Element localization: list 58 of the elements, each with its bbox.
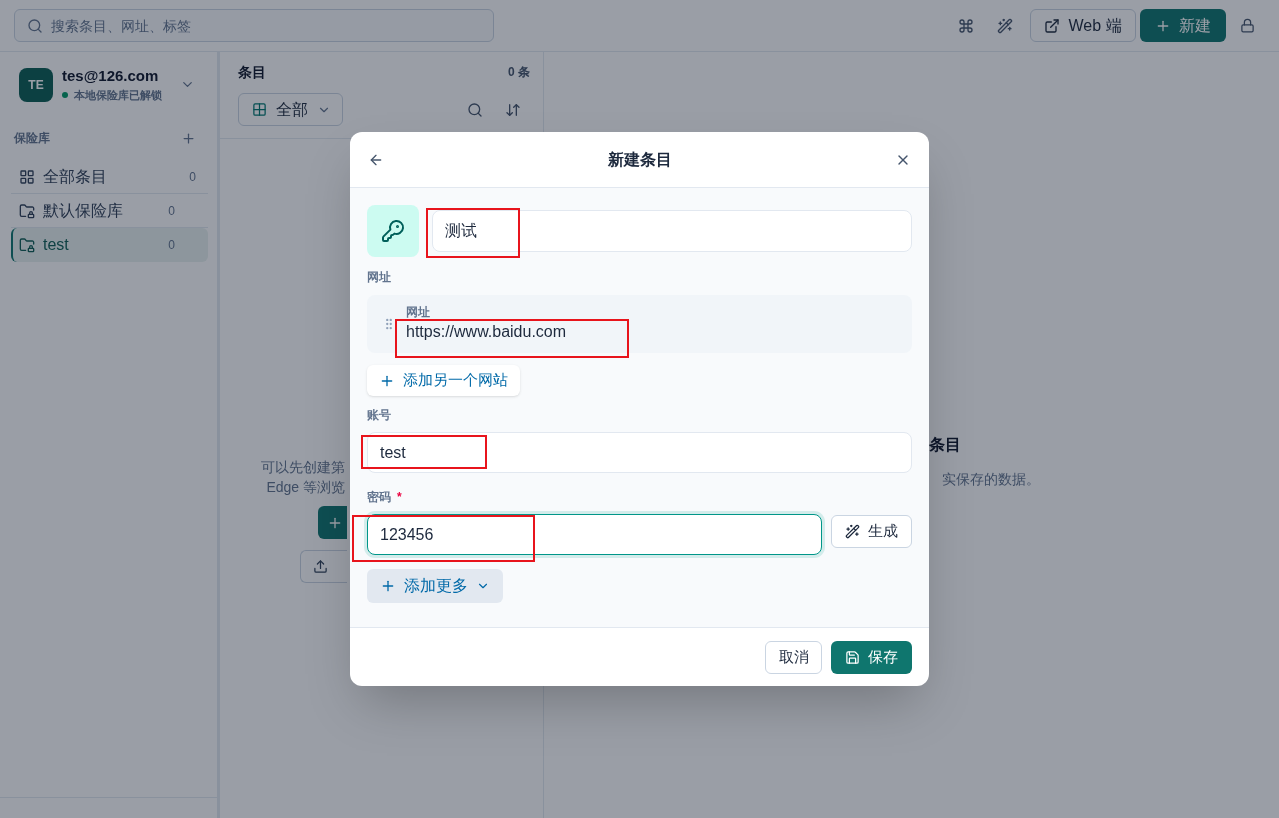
title-input[interactable]: 测试: [432, 210, 912, 252]
grid-icon: [252, 102, 267, 117]
search-icon[interactable]: [467, 101, 483, 118]
field-label: 密码: [367, 489, 391, 505]
empty-state-title: 条目: [929, 435, 961, 455]
magic-wand-icon: [845, 524, 860, 539]
account-status: 本地保险库已解锁: [74, 88, 162, 102]
create-item-button[interactable]: [318, 506, 347, 539]
cancel-button[interactable]: 取消: [765, 640, 822, 674]
field-label: 网址: [406, 304, 430, 320]
search-icon: [27, 17, 43, 34]
web-button[interactable]: Web 端: [1030, 9, 1136, 42]
item-count: 0: [189, 168, 196, 185]
grid-icon: [19, 168, 35, 185]
search-input[interactable]: 搜索条目、网址、标签: [51, 15, 481, 36]
new-button[interactable]: 新建: [1140, 9, 1226, 42]
url-input[interactable]: https://www.baidu.com: [406, 320, 912, 344]
search-field[interactable]: 搜索条目、网址、标签: [14, 9, 494, 42]
required-mark: *: [397, 489, 402, 505]
empty-state-text: Edge 等浏览: [266, 478, 346, 497]
sort-icon[interactable]: [505, 101, 521, 118]
sidebar-item[interactable]: test 0: [11, 228, 208, 262]
plus-icon: [380, 578, 396, 594]
upload-icon: [313, 559, 328, 574]
command-icon[interactable]: [958, 17, 974, 34]
add-website-button[interactable]: 添加另一个网站: [367, 365, 520, 396]
panel-title: 条目: [238, 63, 266, 82]
field-label: 网址: [367, 269, 391, 285]
save-button[interactable]: 保存: [831, 640, 912, 674]
add-more-button[interactable]: 添加更多: [367, 569, 503, 603]
filter-dropdown[interactable]: 全部: [238, 93, 343, 126]
external-link-icon: [1044, 17, 1061, 34]
sidebar-item[interactable]: 全部条目 0: [11, 160, 208, 194]
generate-button[interactable]: 生成: [831, 515, 912, 548]
account-email: tes@126.com: [62, 67, 160, 85]
magic-wand-icon[interactable]: [997, 17, 1013, 34]
empty-state-description: 实保存的数据。: [942, 470, 1040, 489]
password-input[interactable]: 123456: [367, 514, 822, 555]
sidebar-item-label: 全部条目: [43, 166, 107, 187]
item-count: 0: [168, 202, 175, 219]
key-icon[interactable]: [367, 205, 419, 257]
sidebar-item-label: 默认保险库: [43, 200, 123, 221]
account-avatar: TE: [19, 67, 53, 102]
save-icon: [845, 649, 860, 665]
import-button[interactable]: [300, 550, 347, 583]
lock-icon[interactable]: [1240, 18, 1255, 33]
item-total: 0 条: [508, 64, 530, 80]
folder-lock-icon: [19, 202, 35, 219]
empty-state-text: 可以先创建第: [261, 458, 346, 477]
text-input[interactable]: test: [367, 432, 912, 473]
section-title: 保险库: [14, 130, 50, 146]
folder-lock-icon: [19, 237, 35, 253]
item-count: 0: [168, 237, 175, 253]
add-vault-icon[interactable]: [181, 130, 196, 146]
dialog-title: 新建条目: [606, 149, 673, 170]
url-field[interactable]: 网址 https://www.baidu.com: [367, 295, 912, 353]
sidebar-item-label: test: [43, 235, 69, 255]
field-label: 账号: [367, 407, 391, 423]
